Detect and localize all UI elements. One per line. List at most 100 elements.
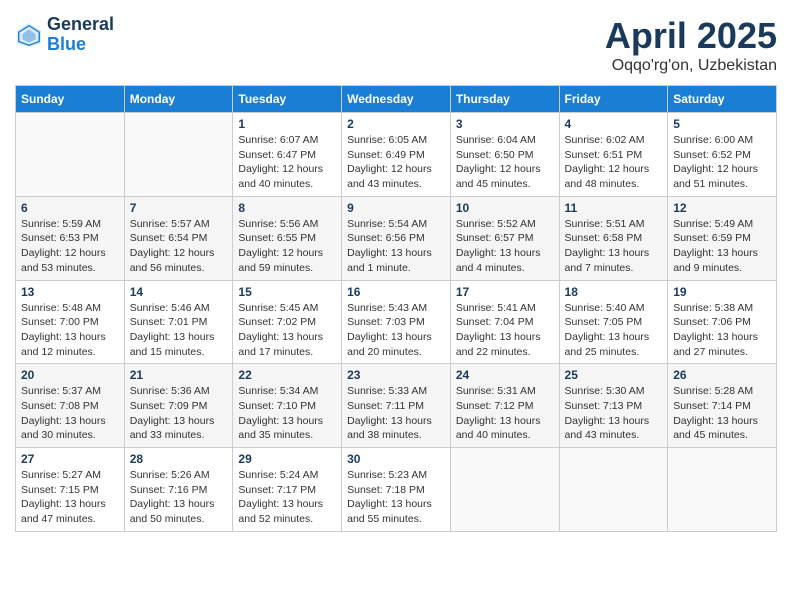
calendar-week-row: 13 Sunrise: 5:48 AMSunset: 7:00 PMDayligh… — [16, 280, 777, 364]
day-info: Sunrise: 5:38 AMSunset: 7:06 PMDaylight:… — [673, 301, 771, 360]
calendar-cell: 14 Sunrise: 5:46 AMSunset: 7:01 PMDayligh… — [124, 280, 233, 364]
page-header: General Blue April 2025 Oqqo'rg'on, Uzbe… — [15, 15, 777, 75]
weekday-header-sunday: Sunday — [16, 86, 125, 113]
calendar-cell: 22 Sunrise: 5:34 AMSunset: 7:10 PMDayligh… — [233, 364, 342, 448]
weekday-header-friday: Friday — [559, 86, 668, 113]
day-number: 9 — [347, 201, 445, 215]
day-info: Sunrise: 5:37 AMSunset: 7:08 PMDaylight:… — [21, 384, 119, 443]
day-info: Sunrise: 5:43 AMSunset: 7:03 PMDaylight:… — [347, 301, 445, 360]
day-info: Sunrise: 5:36 AMSunset: 7:09 PMDaylight:… — [130, 384, 228, 443]
calendar-cell — [450, 448, 559, 532]
day-number: 30 — [347, 452, 445, 466]
day-number: 11 — [565, 201, 663, 215]
calendar-week-row: 20 Sunrise: 5:37 AMSunset: 7:08 PMDayligh… — [16, 364, 777, 448]
calendar-cell: 3 Sunrise: 6:04 AMSunset: 6:50 PMDaylight… — [450, 113, 559, 197]
calendar-cell: 1 Sunrise: 6:07 AMSunset: 6:47 PMDaylight… — [233, 113, 342, 197]
logo-blue: Blue — [47, 34, 86, 54]
day-info: Sunrise: 5:48 AMSunset: 7:00 PMDaylight:… — [21, 301, 119, 360]
calendar-table: SundayMondayTuesdayWednesdayThursdayFrid… — [15, 85, 777, 532]
day-number: 25 — [565, 368, 663, 382]
day-info: Sunrise: 5:59 AMSunset: 6:53 PMDaylight:… — [21, 217, 119, 276]
day-info: Sunrise: 5:33 AMSunset: 7:11 PMDaylight:… — [347, 384, 445, 443]
day-number: 4 — [565, 117, 663, 131]
calendar-cell: 7Sunrise: 5:57 AMSunset: 6:54 PMDaylight… — [124, 196, 233, 280]
day-info: Sunrise: 5:34 AMSunset: 7:10 PMDaylight:… — [238, 384, 336, 443]
day-number: 26 — [673, 368, 771, 382]
calendar-cell — [668, 448, 777, 532]
calendar-cell: 12 Sunrise: 5:49 AMSunset: 6:59 PMDayligh… — [668, 196, 777, 280]
day-number: 12 — [673, 201, 771, 215]
calendar-cell: 28 Sunrise: 5:26 AMSunset: 7:16 PMDayligh… — [124, 448, 233, 532]
day-number: 14 — [130, 285, 228, 299]
calendar-cell: 18Sunrise: 5:40 AMSunset: 7:05 PMDayligh… — [559, 280, 668, 364]
day-number: 27 — [21, 452, 119, 466]
calendar-cell: 8 Sunrise: 5:56 AMSunset: 6:55 PMDaylight… — [233, 196, 342, 280]
day-info: Sunrise: 5:56 AMSunset: 6:55 PMDaylight:… — [238, 217, 336, 276]
calendar-week-row: 6 Sunrise: 5:59 AMSunset: 6:53 PMDaylight… — [16, 196, 777, 280]
day-number: 7 — [130, 201, 228, 215]
calendar-cell: 11Sunrise: 5:51 AMSunset: 6:58 PMDayligh… — [559, 196, 668, 280]
weekday-header-row: SundayMondayTuesdayWednesdayThursdayFrid… — [16, 86, 777, 113]
calendar-cell: 9 Sunrise: 5:54 AMSunset: 6:56 PMDaylight… — [342, 196, 451, 280]
logo: General Blue — [15, 15, 114, 55]
logo-text: General Blue — [47, 15, 114, 55]
calendar-cell: 6 Sunrise: 5:59 AMSunset: 6:53 PMDaylight… — [16, 196, 125, 280]
day-number: 24 — [456, 368, 554, 382]
day-info: Sunrise: 5:26 AMSunset: 7:16 PMDaylight:… — [130, 468, 228, 527]
day-info: Sunrise: 5:45 AMSunset: 7:02 PMDaylight:… — [238, 301, 336, 360]
day-number: 5 — [673, 117, 771, 131]
day-number: 3 — [456, 117, 554, 131]
day-number: 16 — [347, 285, 445, 299]
day-info: Sunrise: 5:52 AMSunset: 6:57 PMDaylight:… — [456, 217, 554, 276]
calendar-cell: 25Sunrise: 5:30 AMSunset: 7:13 PMDayligh… — [559, 364, 668, 448]
day-info: Sunrise: 6:04 AMSunset: 6:50 PMDaylight:… — [456, 133, 554, 192]
calendar-cell: 19 Sunrise: 5:38 AMSunset: 7:06 PMDayligh… — [668, 280, 777, 364]
calendar-cell — [16, 113, 125, 197]
day-number: 17 — [456, 285, 554, 299]
logo-general: General — [47, 14, 114, 34]
calendar-week-row: 27 Sunrise: 5:27 AMSunset: 7:15 PMDayligh… — [16, 448, 777, 532]
calendar-cell: 21 Sunrise: 5:36 AMSunset: 7:09 PMDayligh… — [124, 364, 233, 448]
day-info: Sunrise: 5:28 AMSunset: 7:14 PMDaylight:… — [673, 384, 771, 443]
day-number: 2 — [347, 117, 445, 131]
calendar-cell: 16 Sunrise: 5:43 AMSunset: 7:03 PMDayligh… — [342, 280, 451, 364]
calendar-cell: 27 Sunrise: 5:27 AMSunset: 7:15 PMDayligh… — [16, 448, 125, 532]
day-info: Sunrise: 5:23 AMSunset: 7:18 PMDaylight:… — [347, 468, 445, 527]
calendar-cell: 13 Sunrise: 5:48 AMSunset: 7:00 PMDayligh… — [16, 280, 125, 364]
calendar-cell: 29Sunrise: 5:24 AMSunset: 7:17 PMDayligh… — [233, 448, 342, 532]
day-info: Sunrise: 6:02 AMSunset: 6:51 PMDaylight:… — [565, 133, 663, 192]
day-number: 15 — [238, 285, 336, 299]
day-number: 22 — [238, 368, 336, 382]
calendar-cell: 30 Sunrise: 5:23 AMSunset: 7:18 PMDayligh… — [342, 448, 451, 532]
calendar-cell: 2Sunrise: 6:05 AMSunset: 6:49 PMDaylight… — [342, 113, 451, 197]
day-number: 19 — [673, 285, 771, 299]
day-info: Sunrise: 5:27 AMSunset: 7:15 PMDaylight:… — [21, 468, 119, 527]
weekday-header-tuesday: Tuesday — [233, 86, 342, 113]
day-number: 21 — [130, 368, 228, 382]
day-number: 6 — [21, 201, 119, 215]
day-number: 20 — [21, 368, 119, 382]
day-number: 28 — [130, 452, 228, 466]
day-number: 18 — [565, 285, 663, 299]
day-info: Sunrise: 6:00 AMSunset: 6:52 PMDaylight:… — [673, 133, 771, 192]
weekday-header-wednesday: Wednesday — [342, 86, 451, 113]
day-info: Sunrise: 5:31 AMSunset: 7:12 PMDaylight:… — [456, 384, 554, 443]
title-block: April 2025 Oqqo'rg'on, Uzbekistan — [605, 15, 777, 75]
day-number: 10 — [456, 201, 554, 215]
month-title: April 2025 — [605, 15, 777, 57]
day-info: Sunrise: 5:41 AMSunset: 7:04 PMDaylight:… — [456, 301, 554, 360]
day-info: Sunrise: 5:46 AMSunset: 7:01 PMDaylight:… — [130, 301, 228, 360]
calendar-cell — [559, 448, 668, 532]
day-number: 1 — [238, 117, 336, 131]
day-number: 8 — [238, 201, 336, 215]
logo-icon — [15, 21, 43, 49]
calendar-cell: 24 Sunrise: 5:31 AMSunset: 7:12 PMDayligh… — [450, 364, 559, 448]
weekday-header-thursday: Thursday — [450, 86, 559, 113]
day-number: 13 — [21, 285, 119, 299]
calendar-cell: 10 Sunrise: 5:52 AMSunset: 6:57 PMDayligh… — [450, 196, 559, 280]
day-info: Sunrise: 6:07 AMSunset: 6:47 PMDaylight:… — [238, 133, 336, 192]
calendar-cell: 17 Sunrise: 5:41 AMSunset: 7:04 PMDayligh… — [450, 280, 559, 364]
day-info: Sunrise: 5:49 AMSunset: 6:59 PMDaylight:… — [673, 217, 771, 276]
day-info: Sunrise: 5:54 AMSunset: 6:56 PMDaylight:… — [347, 217, 445, 276]
weekday-header-monday: Monday — [124, 86, 233, 113]
